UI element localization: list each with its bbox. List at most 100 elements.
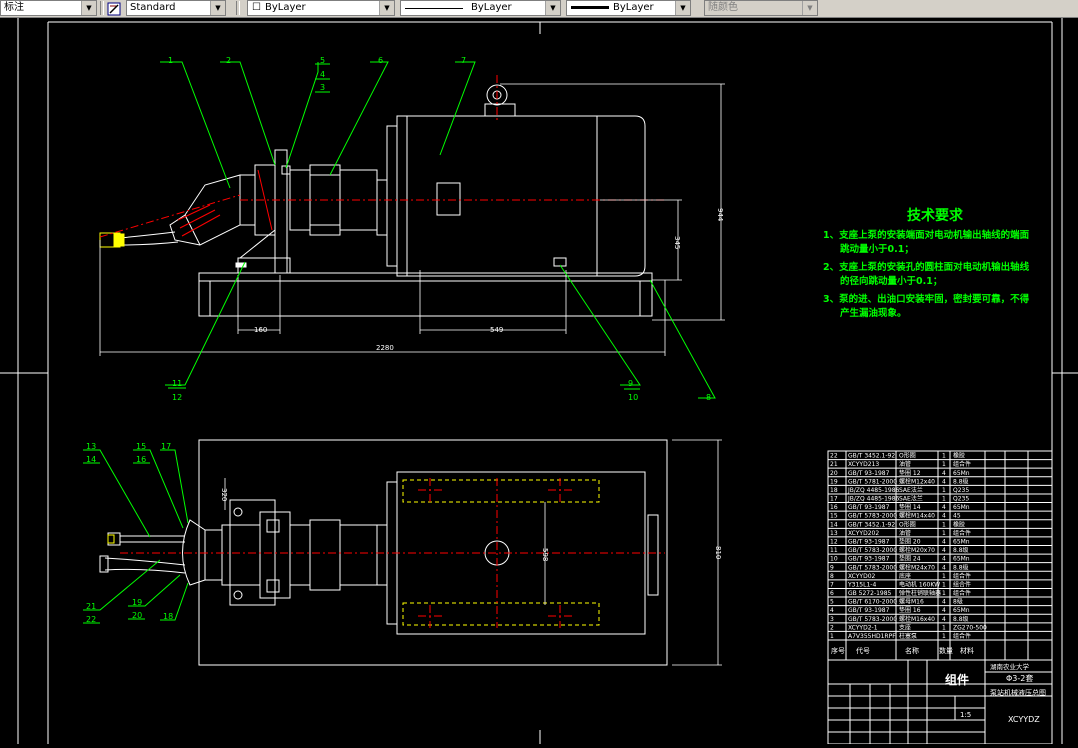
bom-row: 10 GB/T 93-1987 垫圈 24 4 65Mn (830, 555, 970, 563)
dim-base-left: 160 (254, 326, 267, 334)
chevron-down-icon[interactable]: ▼ (675, 1, 690, 15)
bom-qty: 4 (942, 607, 946, 614)
balloon-label: 18 (163, 612, 173, 621)
balloon-label: 2 (226, 56, 231, 65)
title-block: 序号 代号 名称 数量 材料 组件 湖南农业大学 Φ3-2套 泵站机械液压总图 … (827, 639, 1053, 745)
bom-name: 垫圈 20 (899, 538, 921, 546)
header-code: 代号 (856, 646, 870, 655)
tech-req-line: 的径向跳动量小于0.1； (840, 275, 942, 287)
bom-code: A7V355HD1RPF (848, 633, 896, 640)
bom-row: 22 GB/T 3452.1-92 O形圈 1 橡胶 (830, 452, 965, 460)
dimension-style-combo[interactable]: 标注 ▼ (0, 0, 97, 16)
bom-code: GB/T 3452.1-92 (848, 453, 895, 460)
bom-name: 螺栓M12x40 (899, 477, 935, 485)
bom-name: 螺栓M20x70 (899, 546, 935, 554)
bom-qty: 4 (942, 556, 946, 563)
bom-no: 16 (830, 504, 838, 511)
linetype-combo[interactable]: ByLayer ▼ (400, 0, 561, 16)
bom-mat: Q235 (953, 487, 969, 494)
balloon-label: 3 (320, 83, 325, 92)
bom-code: GB/T 93-1987 (848, 470, 890, 477)
bom-code: XCYYD213 (848, 461, 879, 468)
bom-no: 1 (830, 633, 834, 640)
tech-req-title: 技术要求 (907, 207, 964, 224)
bom-qty: 4 (942, 504, 946, 511)
bom-row: 20 GB/T 93-1987 垫圈 12 4 65Mn (830, 469, 970, 477)
text-style-icon[interactable] (107, 1, 121, 16)
bom-code: GB/T 93-1987 (848, 556, 890, 563)
text-style-combo[interactable]: Standard ▼ (126, 0, 226, 16)
bom-qty: 1 (942, 633, 946, 640)
scale-value: 1:5 (960, 711, 971, 719)
bom-no: 17 (830, 496, 838, 503)
bom-code: XCYYD02 (848, 573, 876, 580)
bom-name: 弹性柱销联轴器 (899, 589, 941, 597)
bom-name: O形圈 (899, 520, 916, 528)
balloon-label: 10 (628, 393, 638, 402)
bom-code: GB/T 3452.1-92 (848, 521, 895, 528)
bom-qty: 1 (942, 487, 946, 494)
balloon-label: 13 (86, 442, 96, 451)
bom-name: 螺栓M24x70 (899, 563, 935, 571)
bom-qty: 4 (942, 616, 946, 623)
line-sample-icon (405, 8, 463, 9)
bom-no: 21 (830, 461, 838, 468)
balloon-label: 16 (136, 455, 146, 464)
bom-qty: 4 (942, 599, 946, 606)
linetype-value: ByLayer (471, 2, 512, 13)
chevron-down-icon[interactable]: ▼ (81, 1, 96, 15)
bom-code: XCYYD2-1 (848, 624, 878, 631)
balloon-label: 22 (86, 615, 96, 624)
bom-mat: 组合件 (953, 572, 971, 580)
bom-code: GB/T 5783-2000 (848, 616, 897, 623)
bom-name: O形圈 (899, 452, 916, 460)
bom-no: 5 (830, 599, 834, 606)
bom-row: 12 GB/T 93-1987 垫圈 20 4 65Mn (830, 538, 970, 546)
cad-drawing[interactable]: 2280 160 549 944 345 1 2 5 4 3 6 7 11 12… (0, 18, 1078, 745)
balloon-label: 20 (132, 611, 142, 620)
bom-no: 19 (830, 478, 838, 485)
plot-style-value: 随颜色 (708, 2, 738, 13)
dimension-style-value: 标注 (4, 2, 24, 13)
bom-no: 20 (830, 470, 838, 477)
tech-requirements: 技术要求 1、支座上泵的安装端面对电动机输出轴线的端面 跳动量小于0.1； 2、… (823, 207, 1030, 319)
layer-combo[interactable]: ☐ ByLayer ▼ (247, 0, 395, 16)
bom-mat: 组合件 (953, 460, 971, 468)
bom-row: 9 GB/T 5783-2000 螺栓M24x70 4 8.8级 (830, 563, 969, 571)
bom-name: SAE法兰 (899, 486, 923, 494)
bom-no: 9 (830, 564, 834, 571)
bom-row: 4 GB/T 93-1987 垫圈 16 4 65Mn (830, 606, 970, 614)
bom-mat: 65Mn (953, 504, 970, 511)
bom-code: GB 5272-1985 (848, 590, 892, 597)
bom-qty: 1 (942, 590, 946, 597)
bom-code: GB/T 5783-2000 (848, 513, 897, 520)
lineweight-combo[interactable]: ByLayer ▼ (566, 0, 691, 16)
bom-name: 垫圈 12 (899, 469, 921, 477)
bom-qty: 4 (942, 539, 946, 546)
balloon-label: 1 (168, 56, 173, 65)
bom-name: 垫圈 14 (899, 503, 921, 511)
bom-code: XCYYD202 (848, 530, 879, 537)
drawing-canvas[interactable]: 2280 160 549 944 345 1 2 5 4 3 6 7 11 12… (0, 18, 1078, 745)
bom-name: 油管 (899, 529, 911, 537)
header-name: 名称 (905, 646, 919, 655)
balloon-label: 15 (136, 442, 146, 451)
bom-no: 22 (830, 453, 838, 460)
header-seq: 序号 (831, 646, 845, 655)
bom-no: 3 (830, 616, 834, 623)
lineweight-sample-icon (571, 6, 609, 9)
bom-mat: 65Mn (953, 607, 970, 614)
bom-mat: 65Mn (953, 539, 970, 546)
dim-total-height: 944 (716, 208, 724, 222)
bom-qty: 1 (942, 453, 946, 460)
balloon-label: 17 (161, 442, 171, 451)
bom-no: 15 (830, 513, 838, 520)
chevron-down-icon[interactable]: ▼ (545, 1, 560, 15)
bom-mat: Q235 (953, 496, 969, 503)
bom-qty: 4 (942, 547, 946, 554)
chevron-down-icon[interactable]: ▼ (210, 1, 225, 15)
chevron-down-icon[interactable]: ▼ (379, 1, 394, 15)
dim-base-mid: 549 (490, 326, 503, 334)
bom-row: 11 GB/T 5783-2000 螺栓M20x70 4 8.8级 (830, 546, 969, 554)
dim-shaft-height: 345 (673, 236, 681, 249)
